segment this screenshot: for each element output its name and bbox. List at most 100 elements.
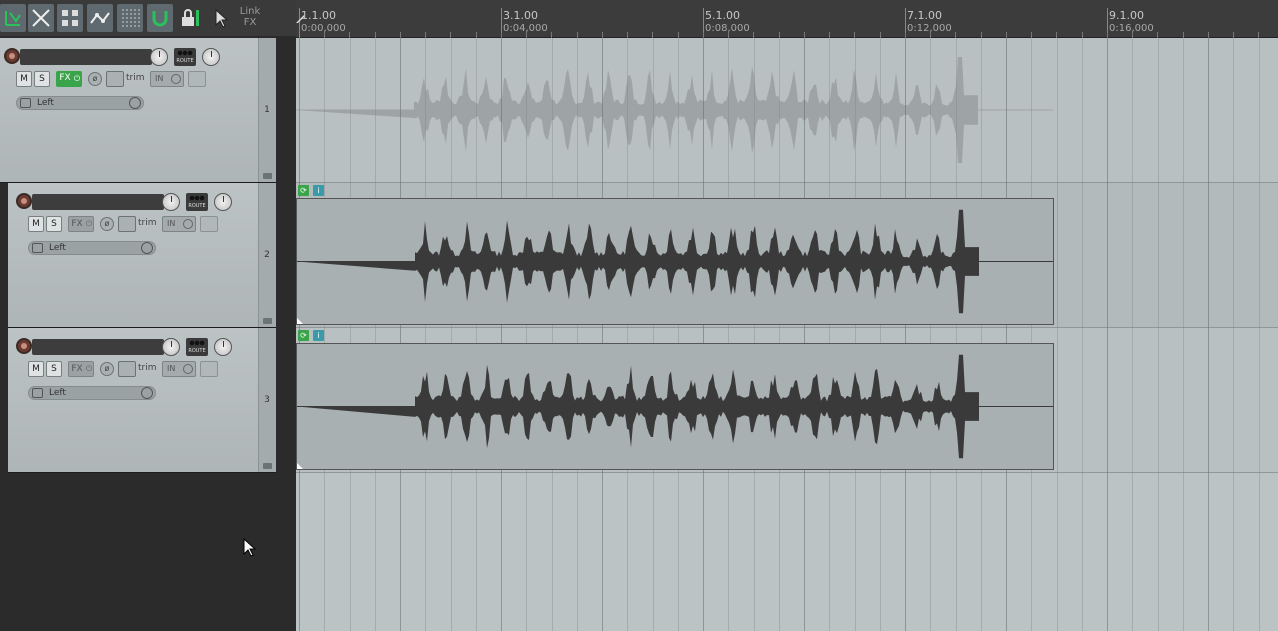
fx-bypass-icon[interactable]: ⏻ — [72, 71, 82, 87]
solo-button[interactable]: S — [34, 71, 50, 87]
input-monitor-select[interactable]: IN — [150, 71, 184, 87]
volume-knob[interactable] — [150, 48, 168, 66]
record-arm-button[interactable] — [4, 48, 20, 64]
item-link-icon[interactable]: ⟳ — [298, 330, 309, 341]
input-channel-label: Left — [49, 243, 66, 253]
auto-crossfade-button[interactable] — [28, 4, 54, 32]
arrange-view[interactable]: 1.1.00 0:00,000 3.1.00 0:04,000 5.1.00 0:08,0… — [296, 0, 1278, 631]
audio-item[interactable] — [296, 343, 1054, 470]
chevron-down-icon — [141, 242, 153, 254]
input-channel-icon — [20, 98, 31, 108]
trim-label[interactable]: trim — [138, 363, 157, 373]
pan-knob[interactable] — [202, 48, 220, 66]
folder-icon[interactable] — [263, 318, 272, 324]
input-label: IN — [167, 364, 176, 373]
chevron-down-icon — [183, 219, 193, 229]
ruler-bar-label: 7.1.00 — [907, 9, 942, 22]
pan-knob[interactable] — [214, 193, 232, 211]
edit-cursor-marker[interactable] — [296, 8, 304, 23]
ripple-edit-icon — [5, 11, 21, 26]
item-info-icon[interactable]: i — [313, 330, 324, 341]
mute-button[interactable]: M — [28, 216, 44, 232]
edit-cursor-icon — [296, 15, 304, 23]
volume-knob[interactable] — [162, 193, 180, 211]
ripple-edit-button[interactable] — [0, 4, 26, 32]
item-info-icon[interactable]: i — [313, 185, 324, 196]
trim-label[interactable]: trim — [138, 218, 157, 228]
phase-invert-icon[interactable]: ø — [88, 72, 102, 86]
track-lanes — [296, 38, 1278, 631]
input-channel-label: Left — [37, 98, 54, 108]
lock-button[interactable] — [176, 4, 202, 32]
track-name-field[interactable] — [20, 49, 152, 65]
mute-button[interactable]: M — [28, 361, 44, 377]
input-channel-select[interactable]: Left — [28, 386, 156, 400]
solo-button[interactable]: S — [46, 361, 62, 377]
folder-icon[interactable] — [263, 463, 272, 469]
pan-knob[interactable] — [214, 338, 232, 356]
grouping-button[interactable] — [57, 4, 83, 32]
pointer-tool-icon — [215, 8, 229, 28]
chevron-down-icon — [183, 364, 193, 374]
volume-knob[interactable] — [162, 338, 180, 356]
envelope-points-button[interactable] — [87, 4, 113, 32]
lock-icon — [182, 9, 199, 26]
ruler-bar-label: 5.1.00 — [705, 9, 740, 22]
chevron-down-icon — [141, 387, 153, 399]
input-monitor-select[interactable]: IN — [162, 216, 196, 232]
ruler-bar-label: 9.1.00 — [1109, 9, 1144, 22]
track-number: 2 — [264, 249, 270, 260]
folder-icon[interactable] — [263, 173, 272, 179]
monitor-toggle[interactable] — [200, 361, 218, 377]
input-channel-select[interactable]: Left — [16, 96, 144, 110]
link-fx-label-2: FX — [243, 17, 257, 28]
snap-magnet-icon — [152, 11, 168, 27]
fx-bypass-icon[interactable]: ⏻ — [84, 361, 94, 377]
phase-invert-icon[interactable]: ø — [100, 217, 114, 231]
envelope-button[interactable] — [106, 71, 124, 87]
monitor-toggle[interactable] — [200, 216, 218, 232]
track-panel[interactable]: 3 ROUTE M S FX ⏻ ø trim IN Left — [8, 328, 276, 473]
input-channel-icon — [32, 388, 43, 398]
item-link-icon[interactable]: ⟳ — [298, 185, 309, 196]
grouping-icon — [62, 10, 78, 26]
input-monitor-select[interactable]: IN — [162, 361, 196, 377]
monitor-toggle[interactable] — [188, 71, 206, 87]
trim-label[interactable]: trim — [126, 73, 145, 83]
track-panel[interactable]: 1 ROUTE M S FX ⏻ ø trim IN Left — [0, 38, 276, 183]
grid-icon — [122, 9, 140, 27]
fx-bypass-icon[interactable]: ⏻ — [84, 216, 94, 232]
envelope-button[interactable] — [118, 216, 136, 232]
track-name-field[interactable] — [32, 339, 164, 355]
chevron-down-icon — [171, 74, 181, 84]
mouse-cursor-icon — [243, 538, 257, 557]
phase-invert-icon[interactable]: ø — [100, 362, 114, 376]
main-toolbar: Link FX — [0, 0, 296, 36]
record-arm-button[interactable] — [16, 338, 32, 354]
fade-handle-icon[interactable] — [297, 318, 303, 324]
route-button[interactable]: ROUTE — [186, 338, 208, 356]
envelope-button[interactable] — [118, 361, 136, 377]
audio-item[interactable] — [296, 198, 1054, 325]
fade-handle-icon[interactable] — [297, 463, 303, 469]
pointer-tool-button[interactable] — [207, 4, 233, 32]
track-name-field[interactable] — [32, 194, 164, 210]
grid-button[interactable] — [117, 4, 143, 32]
input-channel-icon — [32, 243, 43, 253]
route-button[interactable]: ROUTE — [186, 193, 208, 211]
link-fx-label-1: Link — [239, 6, 261, 17]
track-number: 3 — [264, 394, 270, 405]
track-panel[interactable]: 2 ROUTE M S FX ⏻ ø trim IN Left — [8, 183, 276, 328]
mute-button[interactable]: M — [16, 71, 32, 87]
track-number: 1 — [264, 104, 270, 115]
solo-button[interactable]: S — [46, 216, 62, 232]
snap-button[interactable] — [147, 4, 173, 32]
ruler-bar-label: 1.1.00 — [301, 9, 336, 22]
route-button[interactable]: ROUTE — [174, 48, 196, 66]
input-channel-select[interactable]: Left — [28, 241, 156, 255]
timeline-ruler[interactable]: 1.1.00 0:00,000 3.1.00 0:04,000 5.1.00 0:08,0… — [296, 0, 1278, 38]
link-fx-toggle[interactable]: Link FX — [238, 6, 262, 28]
auto-crossfade-icon — [32, 9, 50, 27]
chevron-down-icon — [129, 97, 141, 109]
record-arm-button[interactable] — [16, 193, 32, 209]
